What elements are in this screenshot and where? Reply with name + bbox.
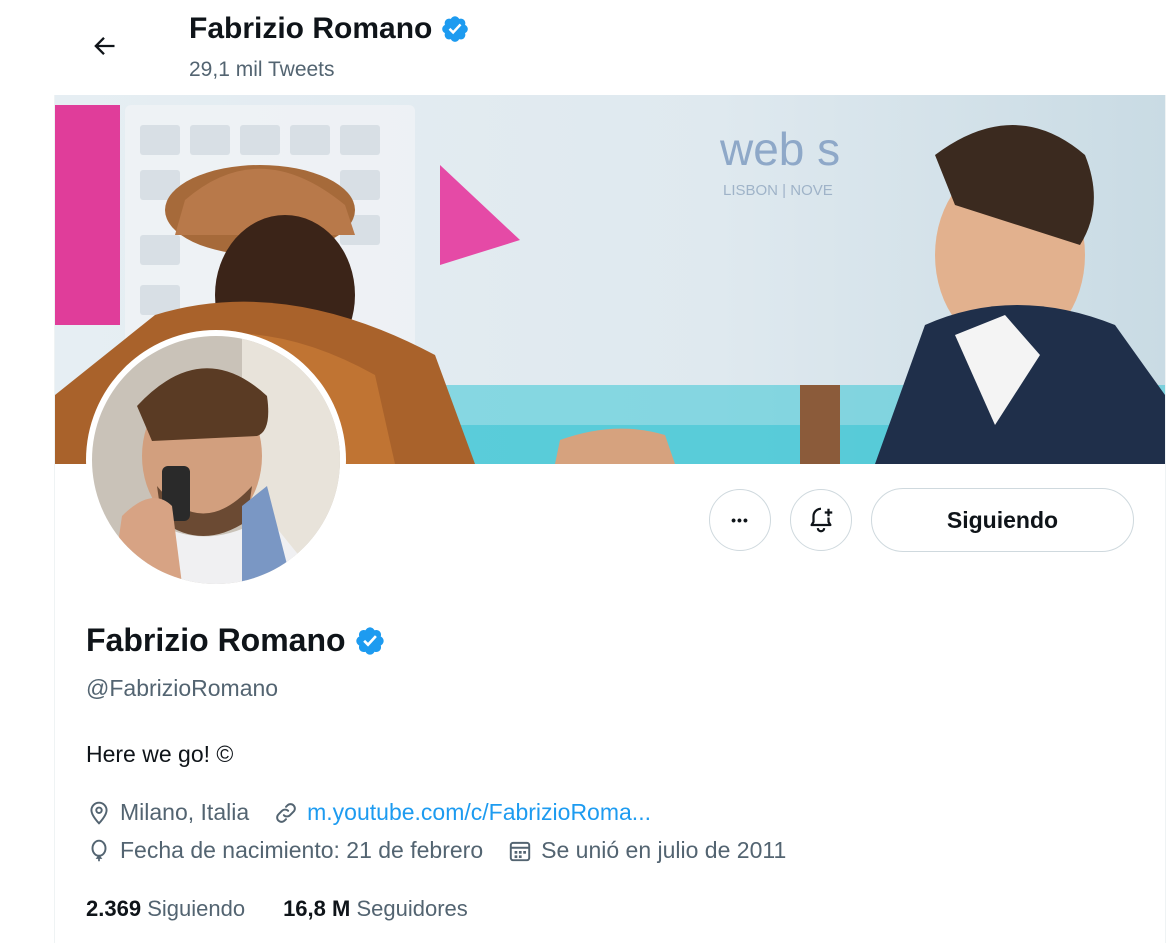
following-count: 2.369 bbox=[86, 896, 142, 921]
more-options-button[interactable]: ••• bbox=[709, 489, 771, 551]
follow-stats: 2.369 Siguiendo 16,8 M Seguidores bbox=[86, 896, 468, 922]
verified-badge-icon bbox=[442, 16, 469, 42]
website-item[interactable]: m.youtube.com/c/FabrizioRoma... bbox=[273, 799, 651, 826]
following-count-link[interactable]: 2.369 Siguiendo bbox=[86, 896, 245, 922]
location-text: Milano, Italia bbox=[120, 799, 250, 825]
following-button[interactable]: Siguiendo bbox=[871, 488, 1134, 552]
followers-label: Seguidores bbox=[356, 896, 468, 921]
joined-text: Se unió en julio de 2011 bbox=[541, 837, 787, 863]
following-label: Siguiendo bbox=[147, 896, 246, 921]
bell-plus-icon bbox=[810, 507, 833, 533]
website-link[interactable]: m.youtube.com/c/FabrizioRoma... bbox=[307, 799, 651, 826]
birthday-text: Fecha de nacimiento: 21 de febrero bbox=[120, 837, 484, 863]
banner-logo-sub: LISBON | NOVE bbox=[723, 182, 833, 199]
location-pin-icon bbox=[90, 801, 108, 825]
arrow-left-icon bbox=[94, 37, 115, 55]
birthday-item: Fecha de nacimiento: 21 de febrero bbox=[86, 837, 483, 864]
profile-name-row: Fabrizio Romano bbox=[86, 622, 386, 659]
followers-count-link[interactable]: 16,8 M Seguidores bbox=[283, 896, 468, 922]
link-icon bbox=[276, 802, 296, 823]
followers-count: 16,8 M bbox=[283, 896, 351, 921]
location-item: Milano, Italia bbox=[86, 799, 249, 826]
banner-logo-text: web s bbox=[719, 123, 840, 175]
verified-badge-icon bbox=[355, 626, 384, 655]
tweet-count: 29,1 mil Tweets bbox=[189, 58, 335, 81]
avatar-image bbox=[92, 336, 340, 584]
more-options-label: ••• bbox=[731, 512, 749, 528]
profile-avatar[interactable] bbox=[86, 330, 346, 590]
header-title: Fabrizio Romano bbox=[189, 12, 433, 45]
top-header: Fabrizio Romano 29,1 mil Tweets bbox=[0, 0, 1170, 95]
balloon-icon bbox=[91, 839, 107, 861]
profile-meta-row-2: Fecha de nacimiento: 21 de febrero Se un… bbox=[86, 837, 810, 864]
joined-item: Se unió en julio de 2011 bbox=[507, 837, 786, 864]
profile-name: Fabrizio Romano bbox=[86, 622, 346, 658]
profile-handle: @FabrizioRomano bbox=[86, 675, 279, 701]
notifications-button[interactable] bbox=[790, 489, 852, 551]
profile-bio: Here we go! © bbox=[86, 741, 234, 767]
profile-meta-row-1: Milano, Italia m.youtube.com/c/FabrizioR… bbox=[86, 799, 675, 826]
header-title-row: Fabrizio Romano bbox=[189, 12, 470, 46]
back-button[interactable] bbox=[80, 22, 128, 70]
calendar-icon bbox=[509, 841, 531, 861]
